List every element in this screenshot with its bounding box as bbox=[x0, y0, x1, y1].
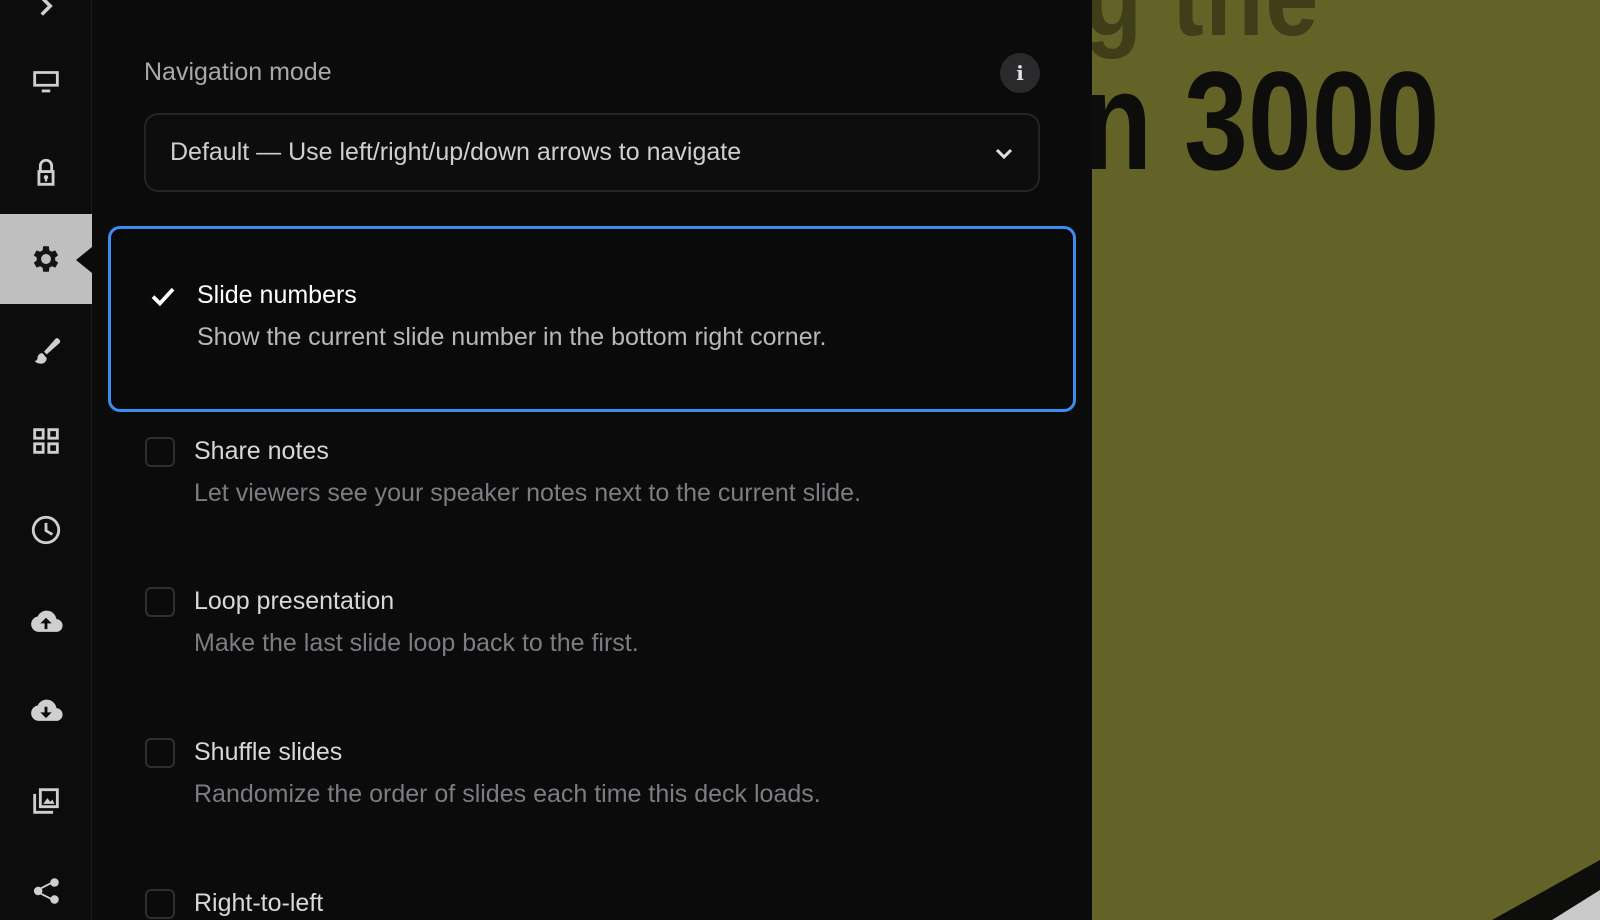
option-title: Shuffle slides bbox=[194, 738, 343, 766]
option-right-to-left[interactable]: Right-to-left bbox=[108, 871, 1076, 920]
info-icon[interactable]: i bbox=[1000, 53, 1040, 93]
images-icon bbox=[33, 788, 59, 814]
navigation-mode-select[interactable]: Default — Use left/right/up/down arrows … bbox=[144, 113, 1040, 192]
option-description: Let viewers see your speaker notes next … bbox=[194, 479, 862, 507]
sidebar-item-import[interactable] bbox=[0, 665, 92, 757]
slide-preview: g the n 3000 bbox=[1092, 0, 1600, 920]
option-title: Share notes bbox=[194, 437, 329, 465]
gear-icon bbox=[33, 246, 59, 272]
sidebar-item-overview[interactable] bbox=[0, 395, 92, 487]
brush-icon bbox=[34, 338, 61, 364]
share-notes-checkbox[interactable] bbox=[145, 437, 175, 467]
sidebar-item-style[interactable] bbox=[0, 305, 92, 397]
navigation-mode-label: Navigation mode bbox=[144, 58, 332, 86]
checkmark-icon[interactable] bbox=[148, 281, 178, 311]
monitor-icon bbox=[33, 71, 59, 93]
sidebar-item-history[interactable] bbox=[0, 484, 92, 576]
shuffle-slides-checkbox[interactable] bbox=[145, 738, 175, 768]
option-title: Right-to-left bbox=[194, 889, 324, 917]
option-description: Randomize the order of slides each time … bbox=[194, 780, 821, 808]
sidebar-item-presentation[interactable] bbox=[0, 35, 92, 127]
lock-icon bbox=[37, 158, 55, 186]
option-title: Loop presentation bbox=[194, 587, 395, 615]
option-slide-numbers[interactable]: Slide numbers Show the current slide num… bbox=[108, 226, 1076, 412]
navigation-mode-value: Default — Use left/right/up/down arrows … bbox=[170, 138, 742, 166]
sidebar-item-export[interactable] bbox=[0, 576, 92, 668]
loop-presentation-checkbox[interactable] bbox=[145, 587, 175, 617]
sidebar-item-settings[interactable] bbox=[0, 214, 92, 304]
right-to-left-checkbox[interactable] bbox=[145, 889, 175, 919]
chevron-down-icon bbox=[992, 141, 1016, 165]
sidebar-item-media[interactable] bbox=[0, 755, 92, 847]
preview-corner-shape bbox=[1492, 860, 1600, 920]
clock-icon bbox=[31, 515, 61, 545]
settings-panel: Navigation mode i Default — Use left/rig… bbox=[92, 0, 1092, 920]
cloud-download-icon bbox=[31, 699, 63, 721]
cloud-upload-icon bbox=[31, 610, 63, 632]
share-icon bbox=[33, 878, 59, 904]
grid-icon bbox=[33, 428, 59, 454]
option-title: Slide numbers bbox=[197, 281, 357, 309]
sidebar-item-privacy[interactable] bbox=[0, 127, 92, 219]
option-description: Make the last slide loop back to the fir… bbox=[194, 629, 639, 657]
sidebar-item-share[interactable] bbox=[0, 845, 92, 920]
option-description: Show the current slide number in the bot… bbox=[197, 323, 827, 351]
sidebar-rail bbox=[0, 0, 92, 920]
